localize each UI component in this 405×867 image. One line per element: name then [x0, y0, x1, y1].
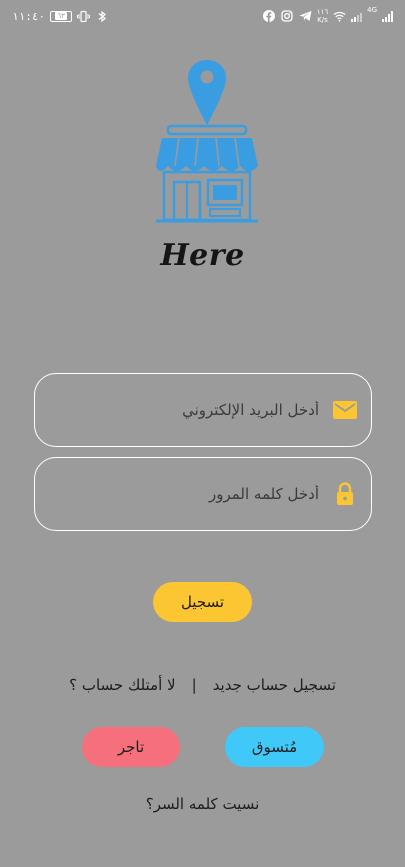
merchant-button[interactable]: تاجر [82, 727, 180, 767]
status-right: ١١٦ K/s 4G [263, 6, 393, 24]
email-icon [333, 398, 357, 422]
network-speed-value: ١١٦ [316, 8, 329, 16]
register-row: تسجيل حساب جديد | لا أمتلك حساب ؟ [0, 676, 405, 694]
brand-name: Here [160, 238, 245, 273]
signal-bars-icon [351, 11, 363, 22]
shopper-button[interactable]: مُتسوق [225, 727, 324, 767]
battery-icon: ٦٣ [50, 10, 73, 22]
battery-level: ٦٣ [55, 12, 67, 20]
no-account-text: لا أمتلك حساب ؟ [69, 676, 176, 694]
wifi-icon [333, 10, 346, 23]
divider: | [191, 676, 197, 694]
signal-bars-icon-2 [382, 10, 393, 22]
email-input[interactable] [35, 390, 333, 430]
bluetooth-icon [95, 10, 108, 23]
status-bar: ١١:٤٠ ٦٣ ١١٦ K/s 4G [0, 0, 405, 32]
app-logo [148, 58, 266, 228]
instagram-icon [281, 10, 294, 23]
vibrate-icon [77, 10, 91, 23]
network-type: 4G [367, 6, 377, 14]
status-left: ١١:٤٠ ٦٣ [12, 10, 108, 23]
telegram-icon [299, 10, 312, 23]
clock: ١١:٤٠ [12, 9, 46, 23]
login-button[interactable]: تسجيل [153, 582, 252, 622]
email-field[interactable] [34, 373, 372, 447]
password-field[interactable] [34, 457, 372, 531]
register-link[interactable]: تسجيل حساب جديد [213, 676, 336, 694]
network-speed: ١١٦ K/s [317, 8, 328, 24]
password-input[interactable] [35, 474, 333, 514]
lock-icon [333, 482, 357, 506]
facebook-icon [263, 10, 276, 23]
network-speed-unit: K/s [317, 16, 328, 24]
forgot-password-link[interactable]: نسيت كلمه السر؟ [0, 795, 405, 813]
